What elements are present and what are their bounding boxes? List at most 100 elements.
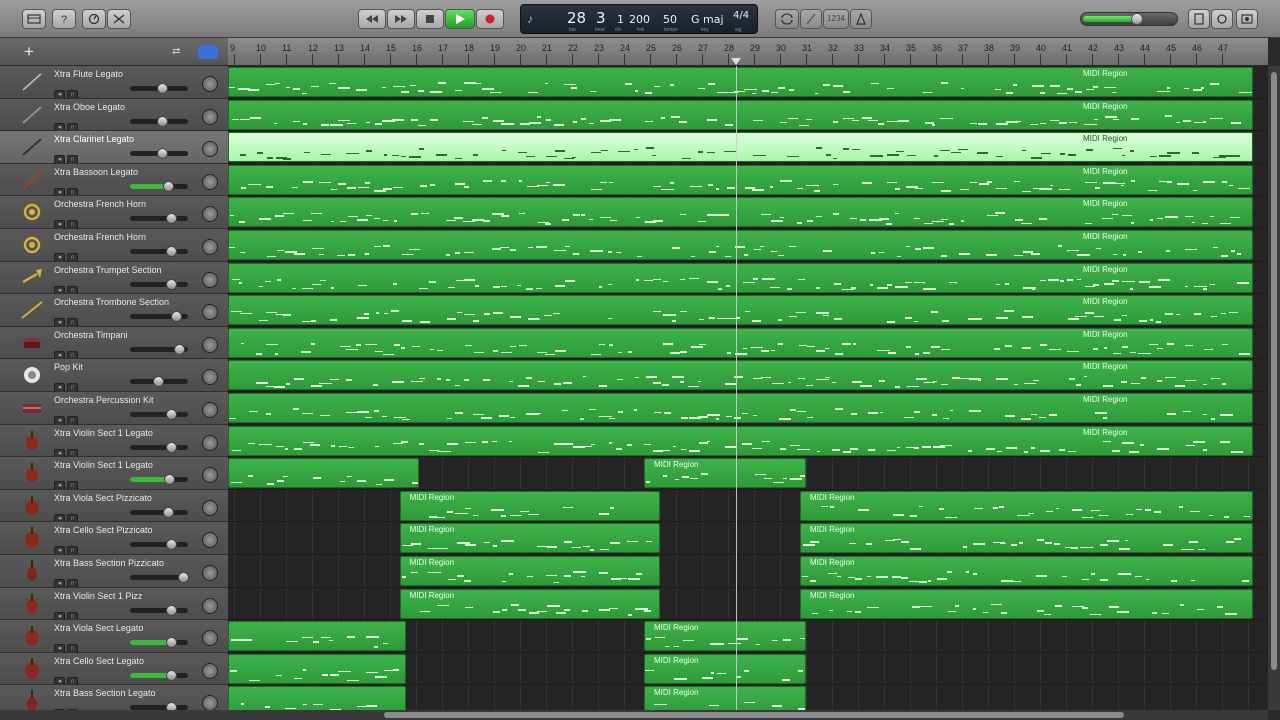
track-volume-slider[interactable] bbox=[130, 669, 188, 681]
stop-icon[interactable] bbox=[416, 9, 444, 29]
midi-region[interactable]: MIDI Region bbox=[644, 621, 806, 652]
track-volume-slider[interactable] bbox=[130, 278, 188, 290]
playhead[interactable] bbox=[735, 66, 737, 710]
pan-knob-icon[interactable] bbox=[202, 467, 218, 484]
add-track-button[interactable]: + bbox=[20, 43, 38, 60]
catch-playhead-icon[interactable]: ⇄ bbox=[172, 46, 188, 58]
track-volume-knob[interactable] bbox=[162, 180, 174, 192]
track-volume-knob[interactable] bbox=[178, 572, 190, 583]
midi-region[interactable]: MIDI Region bbox=[228, 360, 1254, 391]
track-header[interactable]: Xtra Clarinet Legato ◂ ∩ bbox=[0, 131, 228, 166]
pan-knob-icon[interactable] bbox=[202, 402, 218, 418]
track-volume-knob[interactable] bbox=[174, 343, 186, 355]
master-volume-knob[interactable] bbox=[1131, 13, 1144, 25]
track-volume-knob[interactable] bbox=[156, 148, 168, 160]
midi-region[interactable]: MIDI Region bbox=[399, 556, 661, 586]
pan-knob-icon[interactable] bbox=[202, 173, 218, 190]
track-volume-slider[interactable] bbox=[130, 148, 188, 160]
track-volume-slider[interactable] bbox=[130, 246, 188, 257]
track-volume-knob[interactable] bbox=[165, 702, 177, 710]
midi-region[interactable]: MIDI Region bbox=[800, 588, 1254, 619]
midi-region[interactable]: MIDI Region bbox=[228, 295, 1254, 326]
track-volume-slider[interactable] bbox=[130, 376, 188, 388]
track-volume-knob[interactable] bbox=[165, 637, 177, 649]
track-volume-knob[interactable] bbox=[171, 311, 183, 323]
pan-knob-icon[interactable] bbox=[202, 206, 218, 223]
track-volume-knob[interactable] bbox=[165, 441, 177, 453]
track-volume-slider[interactable] bbox=[130, 474, 188, 486]
track-volume-slider[interactable] bbox=[130, 637, 188, 649]
smart-controls-icon[interactable] bbox=[82, 9, 106, 29]
play-icon[interactable] bbox=[445, 9, 475, 29]
midi-region[interactable]: MIDI Region bbox=[228, 99, 1254, 130]
track-header[interactable]: Orchestra Trombone Section ◂ ∩ bbox=[0, 294, 228, 329]
track-name[interactable]: Xtra Bass Section Legato bbox=[54, 688, 156, 698]
midi-region[interactable]: MIDI Region bbox=[228, 197, 1254, 228]
track-header[interactable]: Orchestra Timpani ◂ ∩ bbox=[0, 326, 228, 361]
midi-region[interactable] bbox=[228, 686, 406, 710]
midi-region[interactable]: MIDI Region bbox=[800, 490, 1254, 521]
track-name[interactable]: Xtra Violin Sect 1 Legato bbox=[54, 428, 153, 438]
track-header[interactable]: Xtra Bass Section Pizzicato ◂ ∩ bbox=[0, 555, 228, 589]
pan-knob-icon[interactable] bbox=[202, 630, 218, 647]
vertical-scroll-thumb[interactable] bbox=[1271, 72, 1277, 670]
track-header[interactable]: Orchestra French Horn ◂ ∩ bbox=[0, 229, 228, 263]
midi-region[interactable]: MIDI Region bbox=[228, 132, 1254, 163]
help-icon[interactable]: ? bbox=[52, 9, 76, 29]
track-volume-knob[interactable] bbox=[165, 409, 177, 420]
count-in-icon[interactable]: 1234 bbox=[823, 9, 849, 29]
track-volume-knob[interactable] bbox=[156, 83, 168, 94]
midi-region[interactable]: MIDI Region bbox=[399, 588, 661, 619]
pan-knob-icon[interactable] bbox=[202, 336, 218, 353]
track-header[interactable]: Xtra Violin Sect 1 Legato ◂ ∩ bbox=[0, 424, 228, 459]
track-name[interactable]: Xtra Bassoon Legato bbox=[54, 167, 138, 177]
midi-region[interactable] bbox=[228, 621, 406, 652]
track-name[interactable]: Xtra Viola Sect Legato bbox=[54, 623, 143, 633]
track-header[interactable]: Xtra Viola Sect Legato ◂ ∩ bbox=[0, 620, 228, 655]
master-volume-slider[interactable] bbox=[1080, 12, 1178, 26]
smart-filter-icon[interactable] bbox=[198, 45, 218, 59]
cycle-icon[interactable] bbox=[775, 9, 799, 29]
track-volume-slider[interactable] bbox=[130, 506, 188, 518]
pan-knob-icon[interactable] bbox=[202, 271, 218, 288]
track-header[interactable]: Xtra Violin Sect 1 Legato ◂ ∩ bbox=[0, 457, 228, 492]
pan-knob-icon[interactable] bbox=[202, 532, 218, 549]
track-name[interactable]: Orchestra Percussion Kit bbox=[54, 395, 154, 405]
track-header[interactable]: Xtra Cello Sect Legato ◂ ∩ bbox=[0, 652, 228, 687]
midi-region[interactable]: MIDI Region bbox=[800, 523, 1254, 554]
track-header[interactable]: Orchestra Trumpet Section ◂ ∩ bbox=[0, 261, 228, 296]
track-name[interactable]: Xtra Violin Sect 1 Pizz bbox=[54, 591, 142, 601]
pan-knob-icon[interactable] bbox=[202, 108, 218, 125]
pan-knob-icon[interactable] bbox=[202, 565, 218, 581]
track-volume-slider[interactable] bbox=[130, 343, 188, 355]
track-volume-slider[interactable] bbox=[130, 409, 188, 420]
midi-region[interactable]: MIDI Region bbox=[228, 425, 1254, 456]
track-header[interactable]: Orchestra Percussion Kit ◂ ∩ bbox=[0, 392, 228, 426]
track-name[interactable]: Pop Kit bbox=[54, 362, 83, 372]
track-volume-knob[interactable] bbox=[165, 539, 177, 551]
track-header[interactable]: Orchestra French Horn ◂ ∩ bbox=[0, 196, 228, 231]
midi-region[interactable]: MIDI Region bbox=[399, 490, 661, 521]
pan-knob-icon[interactable] bbox=[202, 76, 218, 92]
track-volume-slider[interactable] bbox=[130, 115, 188, 127]
midi-region[interactable]: MIDI Region bbox=[644, 653, 806, 684]
track-header[interactable]: Xtra Bass Section Legato◂∩ bbox=[0, 685, 228, 710]
midi-region[interactable]: MIDI Region bbox=[228, 393, 1254, 423]
midi-region[interactable]: MIDI Region bbox=[800, 556, 1254, 586]
midi-region[interactable]: MIDI Region bbox=[228, 262, 1254, 293]
track-header[interactable]: Xtra Violin Sect 1 Pizz ◂ ∩ bbox=[0, 587, 228, 622]
playhead-marker-icon[interactable] bbox=[730, 58, 741, 65]
track-name[interactable]: Orchestra Trombone Section bbox=[54, 297, 169, 307]
midi-region[interactable]: MIDI Region bbox=[644, 458, 806, 489]
midi-region[interactable] bbox=[228, 653, 406, 684]
metronome-icon[interactable] bbox=[850, 9, 872, 29]
track-name[interactable]: Xtra Viola Sect Pizzicato bbox=[54, 493, 152, 503]
vertical-scrollbar[interactable] bbox=[1268, 66, 1280, 710]
track-header[interactable]: Xtra Flute Legato ◂ ∩ bbox=[0, 66, 228, 100]
track-volume-slider[interactable] bbox=[130, 441, 188, 453]
tracks-area[interactable]: MIDI Region MIDI Region MIDI Region MIDI Re… bbox=[228, 66, 1268, 710]
midi-region[interactable]: MIDI Region bbox=[228, 67, 1254, 97]
track-volume-knob[interactable] bbox=[165, 278, 177, 290]
horizontal-scrollbar[interactable] bbox=[228, 710, 1268, 720]
track-header[interactable]: Xtra Cello Sect Pizzicato ◂ ∩ bbox=[0, 522, 228, 557]
